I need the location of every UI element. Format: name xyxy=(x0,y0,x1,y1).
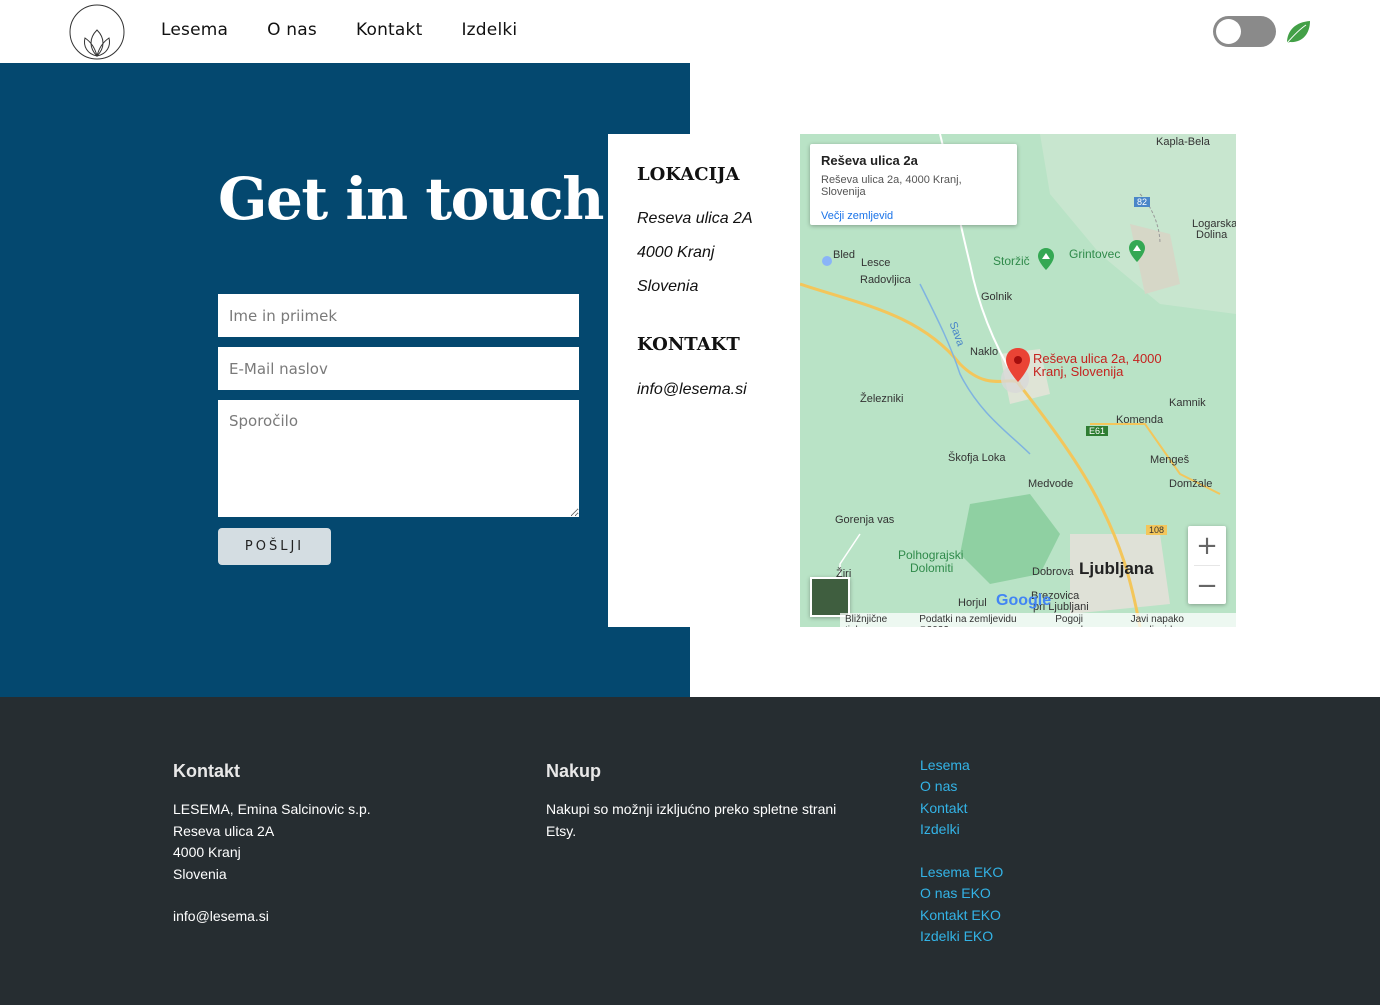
google-map[interactable]: Reševa ulica 2a Reševa ulica 2a, 4000 Kr… xyxy=(800,134,1236,627)
map-label-skofja-loka: Škofja Loka xyxy=(948,452,1006,464)
site-header: Lesema O nas Kontakt Izdelki xyxy=(0,0,1380,63)
zoom-in-button[interactable]: + xyxy=(1188,526,1226,565)
map-data-credit: Podatki na zemljevidu ©2022 xyxy=(919,614,1017,627)
map-label-kamnik: Kamnik xyxy=(1169,397,1206,409)
email-input[interactable] xyxy=(218,347,579,390)
map-terms-link[interactable]: Pogoji uporabe xyxy=(1050,613,1125,627)
road-shield-e61: E61 xyxy=(1086,426,1109,436)
map-zoom-controls: + − xyxy=(1188,526,1226,604)
map-label-domzale: Domžale xyxy=(1169,478,1213,490)
map-label-naklo: Naklo xyxy=(970,346,999,358)
map-label-storzic: Storžič xyxy=(993,254,1030,268)
eco-mode-toggle[interactable] xyxy=(1213,16,1276,47)
map-label-ljubljana: Ljubljana xyxy=(1079,559,1154,578)
map-label-horjul: Horjul xyxy=(958,597,987,609)
map-label-kapla-bela: Kapla-Bela xyxy=(1156,136,1210,148)
nav-o-nas[interactable]: O nas xyxy=(267,20,317,40)
footer-company: LESEMA, Emina Salcinovic s.p. xyxy=(173,801,371,817)
toggle-knob xyxy=(1216,19,1241,44)
footer-link-lesema-eko[interactable]: Lesema EKO xyxy=(920,864,1003,880)
google-logo: Google xyxy=(996,592,1052,609)
message-textarea[interactable] xyxy=(218,400,579,517)
map-keyboard-shortcuts[interactable]: Bližnjične tipke xyxy=(840,613,914,627)
nav-izdelki[interactable]: Izdelki xyxy=(461,20,517,40)
contact-email: info@lesema.si xyxy=(637,381,747,398)
nav-kontakt[interactable]: Kontakt xyxy=(356,20,422,40)
info-window-title: Reševa ulica 2a xyxy=(821,153,918,168)
site-footer: Kontakt LESEMA, Emina Salcinovic s.p. Re… xyxy=(0,697,1380,1005)
leaf-icon xyxy=(1286,21,1310,44)
location-heading: LOKACIJA xyxy=(637,164,740,185)
name-input[interactable] xyxy=(218,294,579,337)
main-nav: Lesema O nas Kontakt Izdelki xyxy=(161,20,556,40)
map-label-menges: Mengeš xyxy=(1150,454,1190,466)
map-label-polhograjski-1: Polhograjski xyxy=(898,548,964,562)
info-window-address: Reševa ulica 2a, 4000 Kranj, Slovenija xyxy=(821,174,962,198)
map-label-bled: Bled xyxy=(833,249,856,261)
larger-map-link[interactable]: Večji zemljevid xyxy=(821,210,1006,222)
map-label-zelezniki: Železniki xyxy=(860,393,904,405)
address-line-2: 4000 Kranj xyxy=(637,244,715,261)
footer-link-izdelki-eko[interactable]: Izdelki EKO xyxy=(920,928,993,944)
footer-nakup-line-1: Nakupi so možnji izkljućno preko spletne… xyxy=(546,801,837,817)
map-label-dobrova: Dobrova xyxy=(1032,566,1074,578)
footer-link-izdelki[interactable]: Izdelki xyxy=(920,821,960,837)
footer-country: Slovenia xyxy=(173,866,227,882)
mountain-marker-icon-2 xyxy=(1129,240,1145,262)
map-label-gorenja-vas: Gorenja vas xyxy=(835,514,895,526)
page-title: Get in touch! xyxy=(218,165,628,233)
footer-link-o-nas[interactable]: O nas xyxy=(920,778,957,794)
zoom-out-button[interactable]: − xyxy=(1188,566,1226,605)
map-label-medvode: Medvode xyxy=(1028,478,1074,490)
satellite-toggle[interactable] xyxy=(810,577,850,617)
map-label-logarska-2: Dolina xyxy=(1196,229,1228,241)
map-report-link[interactable]: Javi napako zemljevida xyxy=(1126,613,1236,627)
map-label-grintovec: Grintovec xyxy=(1069,247,1121,261)
send-button[interactable]: POŠLJI xyxy=(218,528,331,565)
map-info-window: Reševa ulica 2a Reševa ulica 2a, 4000 Kr… xyxy=(810,144,1017,225)
map-label-radovljica: Radovljica xyxy=(860,274,911,286)
footer-link-kontakt[interactable]: Kontakt xyxy=(920,800,967,816)
address-line-1: Reseva ulica 2A xyxy=(637,210,753,227)
map-label-komenda: Komenda xyxy=(1116,414,1164,426)
lotus-logo-icon[interactable] xyxy=(69,4,125,60)
footer-link-o-nas-eko[interactable]: O nas EKO xyxy=(920,885,991,901)
map-label-lesce: Lesce xyxy=(861,257,891,269)
footer-nakup-line-2: Etsy. xyxy=(546,823,577,839)
footer-kontakt-heading: Kontakt xyxy=(173,761,240,781)
footer-city: 4000 Kranj xyxy=(173,844,241,860)
nav-lesema[interactable]: Lesema xyxy=(161,20,228,40)
footer-nakup-heading: Nakup xyxy=(546,761,602,781)
map-label-golnik: Golnik xyxy=(981,291,1013,303)
footer-email: info@lesema.si xyxy=(173,908,269,924)
footer-street: Reseva ulica 2A xyxy=(173,823,275,839)
map-label-polhograjski-2: Dolomiti xyxy=(910,561,954,575)
address-line-3: Slovenia xyxy=(637,278,699,295)
map-attribution: Bližnjične tipke Podatki na zemljevidu ©… xyxy=(840,613,1236,627)
footer-link-kontakt-eko[interactable]: Kontakt EKO xyxy=(920,907,1001,923)
location-pin-icon[interactable] xyxy=(1006,348,1030,382)
contact-heading: KONTAKT xyxy=(637,334,740,355)
pin-label-2: Kranj, Slovenija xyxy=(1033,364,1124,379)
road-shield-108: 108 xyxy=(1146,525,1168,535)
mountain-marker-icon xyxy=(1038,248,1054,270)
road-shield-82: 82 xyxy=(1134,197,1151,207)
footer-link-lesema[interactable]: Lesema xyxy=(920,757,970,773)
